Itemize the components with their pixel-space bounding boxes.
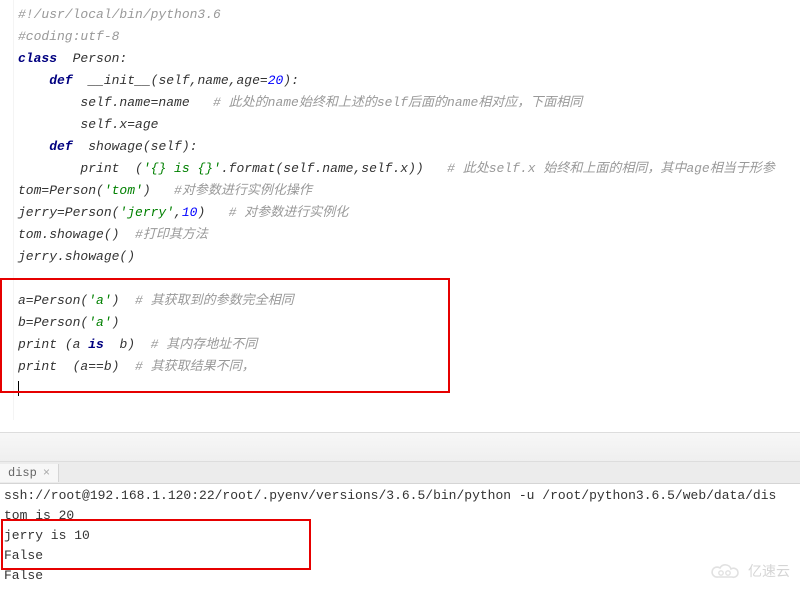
console-command: ssh://root@192.168.1.120:22/root/.pyenv/… <box>4 486 796 506</box>
console-tab-bar: disp × <box>0 462 800 484</box>
code-line: #!/usr/local/bin/python3.6 <box>18 4 800 26</box>
code-line: a=Person('a') # 其获取到的参数完全相同 <box>18 290 800 312</box>
tab-label: disp <box>8 466 37 480</box>
console-line: jerry is 10 <box>4 526 796 546</box>
code-line: print (a==b) # 其获取结果不同， <box>18 356 800 378</box>
code-editor[interactable]: #!/usr/local/bin/python3.6 #coding:utf-8… <box>0 0 800 404</box>
code-line: b=Person('a') <box>18 312 800 334</box>
code-line: print ('{} is {}'.format(self.name,self.… <box>18 158 800 180</box>
code-line: self.name=name # 此处的name始终和上述的self后面的nam… <box>18 92 800 114</box>
code-line: jerry=Person('jerry',10) # 对参数进行实例化 <box>18 202 800 224</box>
code-line: def __init__(self,name,age=20): <box>18 70 800 92</box>
code-line: print (a is b) # 其内存地址不同 <box>18 334 800 356</box>
console-line: tom is 20 <box>4 506 796 526</box>
console-output[interactable]: ssh://root@192.168.1.120:22/root/.pyenv/… <box>0 484 800 590</box>
code-line: tom.showage() #打印其方法 <box>18 224 800 246</box>
console-tab-disp[interactable]: disp × <box>0 464 59 482</box>
code-line: self.x=age <box>18 114 800 136</box>
watermark-text: 亿速云 <box>748 561 790 581</box>
text-cursor <box>18 381 19 396</box>
code-line: tom=Person('tom') #对参数进行实例化操作 <box>18 180 800 202</box>
gutter <box>0 0 14 420</box>
watermark: 亿速云 <box>708 561 790 581</box>
code-line: def showage(self): <box>18 136 800 158</box>
console-line: False <box>4 546 796 566</box>
code-line <box>18 268 800 290</box>
console-line: False <box>4 566 796 586</box>
close-icon[interactable]: × <box>43 466 50 480</box>
cloud-icon <box>708 561 742 581</box>
panel-divider[interactable] <box>0 432 800 462</box>
code-line: jerry.showage() <box>18 246 800 268</box>
code-line: #coding:utf-8 <box>18 26 800 48</box>
code-cursor-line <box>18 378 800 400</box>
code-line: class Person: <box>18 48 800 70</box>
